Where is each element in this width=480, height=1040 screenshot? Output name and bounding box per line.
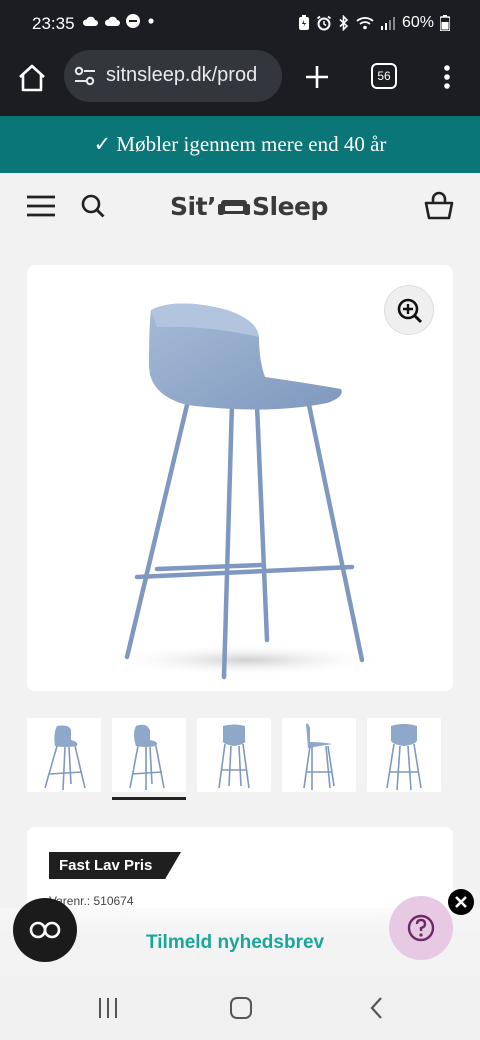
cookie-consent-button[interactable] — [13, 898, 77, 962]
product-image-card[interactable] — [27, 265, 453, 691]
badge-text: Fast Lav Pris — [59, 857, 153, 874]
close-icon — [455, 896, 467, 908]
cloud-icon — [104, 16, 120, 26]
site-logo[interactable]: Sit’ Sleep — [170, 190, 328, 222]
do-not-disturb-icon — [126, 14, 140, 28]
battery-percent: 60% — [401, 14, 434, 31]
status-time: 23:35 — [32, 14, 75, 33]
status-bar: 23:35 60% — [0, 0, 480, 50]
basket-icon[interactable] — [423, 191, 455, 221]
bluetooth-icon — [339, 15, 349, 31]
thumbnail-1[interactable] — [27, 718, 101, 792]
help-icon — [407, 914, 435, 942]
thumbnail-4[interactable] — [282, 718, 356, 792]
thumbnail-5[interactable] — [367, 718, 441, 792]
system-navigation-bar — [0, 976, 480, 1040]
thumbnail-image — [386, 724, 422, 791]
battery-icon — [440, 15, 450, 31]
browser-toolbar: sitnsleep.dk/prod 56 — [0, 50, 480, 116]
logo-text-sleep: Sleep — [252, 191, 328, 221]
system-icons: 60% — [298, 14, 450, 32]
promo-banner: ✓ Møbler igennem mere end 40 år — [0, 116, 480, 173]
address-bar[interactable]: sitnsleep.dk/prod — [64, 50, 282, 102]
menu-icon[interactable] — [26, 195, 56, 217]
thumbnail-image — [44, 725, 86, 791]
cookie-settings-icon — [29, 921, 61, 939]
wifi-icon — [356, 17, 374, 30]
recent-apps-icon[interactable] — [96, 996, 120, 1020]
selected-thumbnail-indicator — [112, 797, 186, 800]
home-icon[interactable] — [16, 62, 48, 94]
zoom-in-icon — [397, 298, 423, 324]
cloud-icon — [82, 16, 98, 26]
thumbnail-image — [129, 724, 165, 790]
signal-icon — [380, 17, 395, 30]
thumbnail-image — [218, 724, 250, 789]
thumbnail-2[interactable] — [112, 718, 186, 792]
logo-text-sit: Sit’ — [170, 191, 217, 221]
promo-text: ✓ Møbler igennem mere end 40 år — [93, 132, 387, 156]
notification-icons — [82, 14, 156, 28]
more-options-icon[interactable] — [437, 62, 457, 92]
thumbnail-3[interactable] — [197, 718, 271, 792]
price-badge: Fast Lav Pris — [49, 852, 181, 879]
close-help-button[interactable] — [448, 889, 474, 915]
url-text: sitnsleep.dk/prod — [106, 64, 258, 86]
home-nav-icon[interactable] — [229, 996, 253, 1020]
site-header: Sit’ Sleep — [0, 173, 480, 239]
search-icon[interactable] — [80, 193, 106, 219]
back-icon[interactable] — [368, 996, 386, 1020]
tab-switcher-button[interactable]: 56 — [371, 63, 397, 89]
alarm-icon — [316, 15, 332, 31]
site-settings-icon[interactable] — [74, 66, 96, 86]
new-tab-icon[interactable] — [302, 62, 332, 92]
zoom-button[interactable] — [384, 285, 434, 335]
newsletter-link[interactable]: Tilmeld nyhedsbrev — [146, 932, 324, 954]
help-chat-button[interactable] — [389, 896, 453, 960]
thumbnail-strip — [27, 718, 453, 802]
dot-icon — [148, 18, 154, 24]
thumbnail-image — [303, 723, 335, 790]
battery-saver-icon — [298, 15, 309, 30]
sofa-icon — [218, 200, 251, 215]
